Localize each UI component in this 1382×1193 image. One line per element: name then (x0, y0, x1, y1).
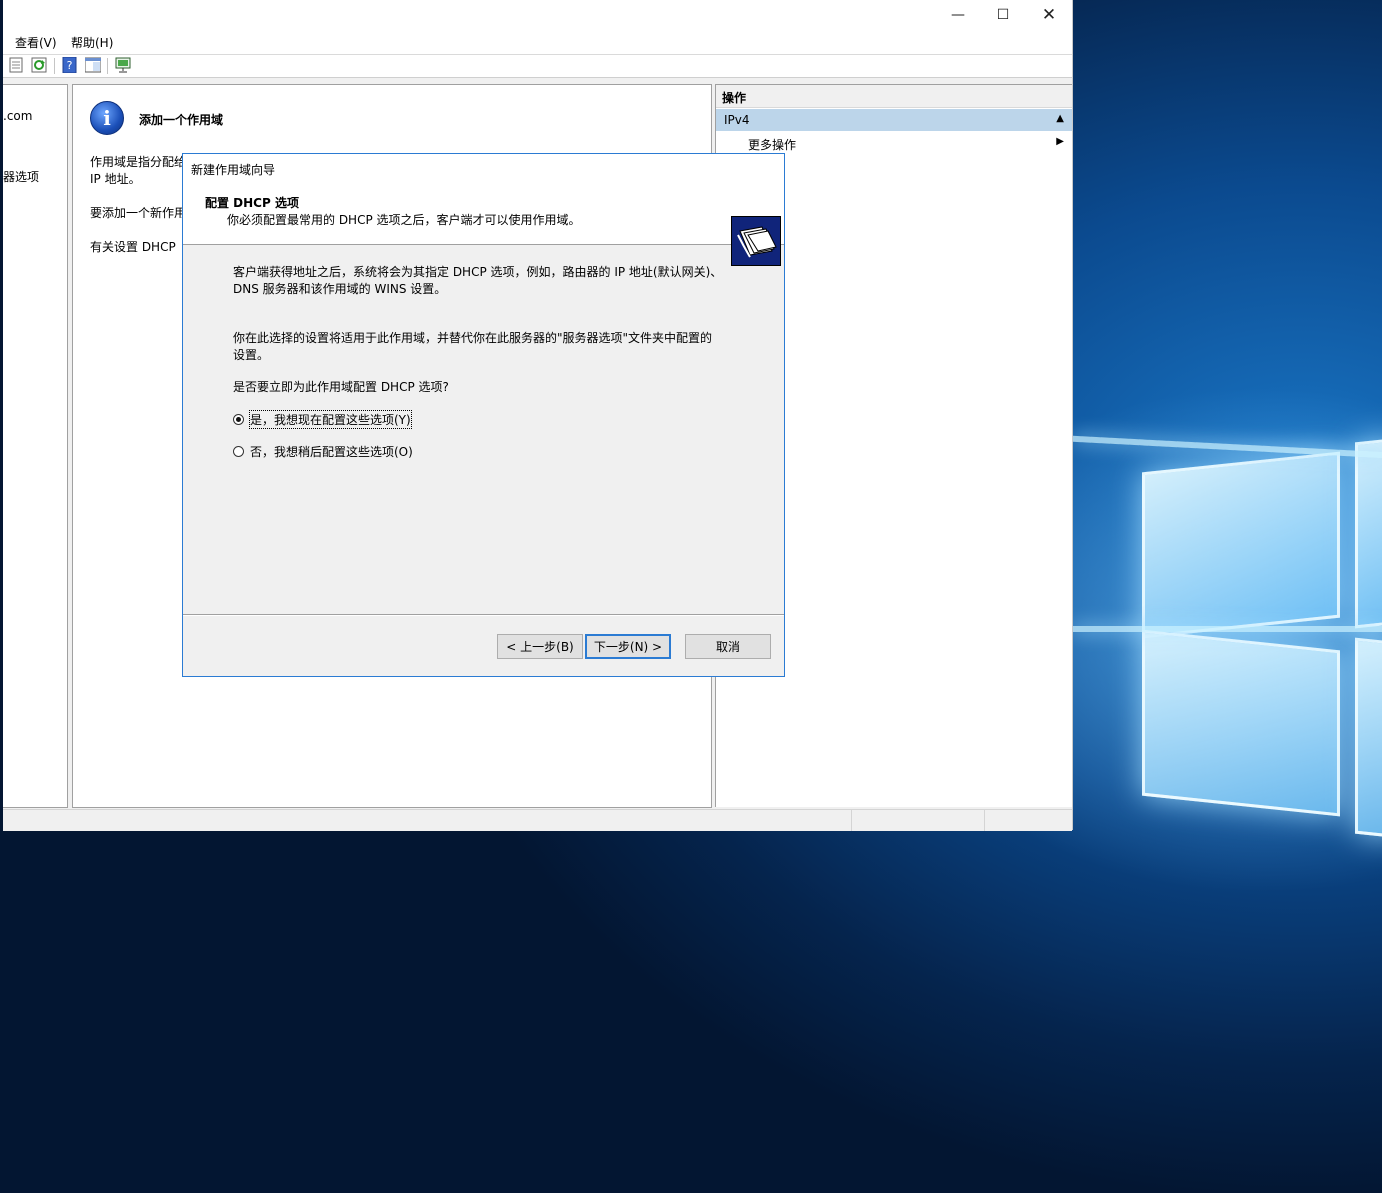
radio-button[interactable] (233, 445, 244, 457)
center-title: 添加一个作用域 (139, 113, 224, 127)
center-text: IP 地址。 (90, 172, 141, 186)
actions-section-label: IPv4 (724, 113, 750, 127)
question-text: 是否要立即为此作用域配置 DHCP 选项? (233, 380, 449, 394)
status-cell (984, 810, 1071, 831)
title-bar: — ☐ ✕ (3, 0, 1072, 30)
toolbar-separator (107, 58, 108, 74)
tree-item-server[interactable]: .com (3, 109, 32, 123)
collapse-arrow-icon[interactable]: ▲ (1056, 113, 1064, 124)
radio-configure-later[interactable]: 否，我想稍后配置这些选项(O) (233, 442, 413, 460)
windows-logo-pane (1142, 629, 1340, 817)
actions-title: 操作 (722, 91, 747, 105)
radio-label[interactable]: 否，我想稍后配置这些选项(O) (250, 443, 413, 460)
toolbar-separator (54, 58, 55, 74)
center-text: 作用域是指分配给 (90, 155, 187, 169)
dialog-title: 新建作用域向导 (191, 163, 276, 177)
wizard-header: 配置 DHCP 选项 你必须配置最常用的 DHCP 选项之后，客户端才可以使用作… (183, 182, 784, 266)
tree-item-server-options[interactable]: 器选项 (3, 168, 39, 185)
toolbar: ? (3, 55, 1072, 78)
wizard-body: 客户端获得地址之后，系统将会为其指定 DHCP 选项，例如，路由器的 IP 地址… (183, 246, 784, 614)
show-hide-pane-icon[interactable] (84, 57, 102, 73)
maximize-button[interactable]: ☐ (980, 0, 1026, 30)
more-actions-item[interactable]: 更多操作 ▶ (716, 133, 1072, 153)
windows-logo-pane (1142, 451, 1340, 639)
radio-label[interactable]: 是，我想现在配置这些选项(Y) (249, 409, 412, 429)
menu-view[interactable]: 查看(V) (15, 34, 57, 51)
actions-section-ipv4[interactable]: IPv4 ▲ (716, 109, 1072, 131)
properties-icon[interactable] (8, 57, 24, 73)
description-text: DNS 服务器和该作用域的 WINS 设置。 (233, 282, 447, 296)
center-text: 有关设置 DHCP (90, 240, 176, 254)
svg-text:?: ? (67, 59, 73, 72)
dialog-title-bar: 新建作用域向导 (183, 154, 784, 182)
next-button[interactable]: 下一步(N) > (585, 634, 671, 659)
status-bar (3, 809, 1072, 831)
new-scope-wizard-dialog: 新建作用域向导 配置 DHCP 选项 你必须配置最常用的 DHCP 选项之后，客… (182, 153, 785, 677)
status-cell (851, 810, 985, 831)
actions-header: 操作 (716, 85, 1072, 108)
description-text: 你在此选择的设置将适用于此作用域，并替代你在此服务器的"服务器选项"文件夹中配置… (233, 331, 713, 345)
help-icon[interactable]: ? (62, 56, 78, 74)
submenu-arrow-icon: ▶ (1056, 136, 1064, 147)
light-beam (1072, 435, 1382, 458)
radio-button[interactable] (233, 413, 244, 425)
light-beam (1072, 626, 1382, 632)
close-button[interactable]: ✕ (1026, 0, 1072, 30)
wizard-step-subtitle: 你必须配置最常用的 DHCP 选项之后，客户端才可以使用作用域。 (227, 213, 581, 227)
windows-logo-pane (1355, 637, 1382, 839)
back-button[interactable]: < 上一步(B) (497, 634, 583, 659)
wizard-step-title: 配置 DHCP 选项 (205, 196, 299, 210)
cancel-button[interactable]: 取消 (685, 634, 771, 659)
menu-help[interactable]: 帮助(H) (71, 34, 113, 51)
refresh-icon[interactable] (31, 57, 47, 73)
windows-logo-pane (1355, 437, 1382, 629)
server-icon[interactable] (115, 57, 131, 73)
console-tree: .com 器选项 (3, 84, 68, 808)
minimize-button[interactable]: — (935, 0, 981, 30)
center-text: 要添加一个新作用 (90, 206, 187, 220)
radio-configure-now[interactable]: 是，我想现在配置这些选项(Y) (233, 409, 412, 429)
more-actions-label: 更多操作 (748, 138, 797, 152)
footer-divider (183, 614, 784, 615)
info-icon: i (90, 101, 124, 135)
description-text: 设置。 (233, 348, 270, 362)
menu-bar: 查看(V) 帮助(H) (3, 30, 1072, 55)
description-text: 客户端获得地址之后，系统将会为其指定 DHCP 选项，例如，路由器的 IP 地址… (233, 265, 723, 279)
